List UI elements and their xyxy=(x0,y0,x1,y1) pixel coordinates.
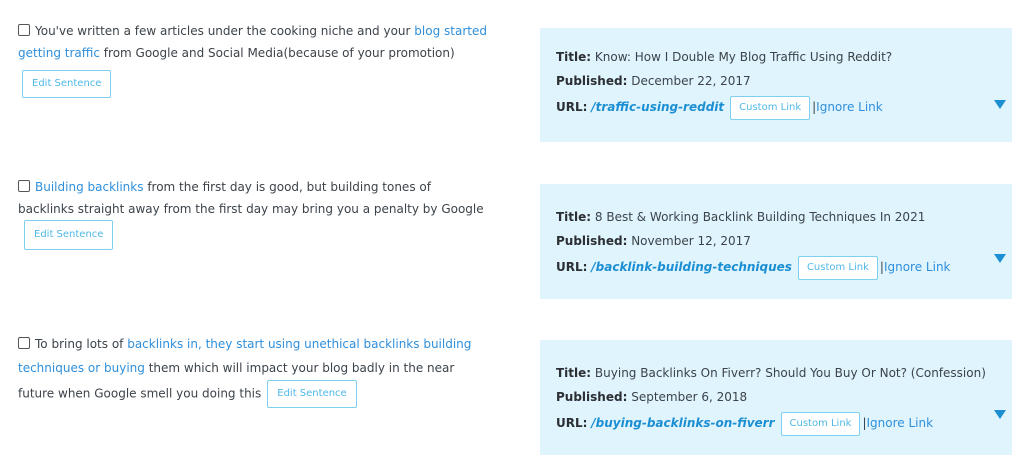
expand-caret-icon[interactable] xyxy=(994,254,1006,263)
post-title: Know: How I Double My Blog Traffic Using… xyxy=(594,50,893,64)
sentence-block: You've written a few articles under the … xyxy=(18,20,488,98)
sentence-text: To bring lots of xyxy=(35,337,128,351)
anchor-text-link[interactable]: Building backlinks xyxy=(35,180,144,194)
edit-sentence-button[interactable]: Edit Sentence xyxy=(22,70,112,98)
link-suggestion-card: Title: Know: How I Double My Blog Traffi… xyxy=(540,28,1012,142)
edit-sentence-button[interactable]: Edit Sentence xyxy=(24,220,114,250)
title-label: Title: xyxy=(556,366,592,380)
ignore-link-button[interactable]: Ignore Link xyxy=(884,260,951,274)
custom-link-button[interactable]: Custom Link xyxy=(797,255,878,280)
ignore-link-button[interactable]: Ignore Link xyxy=(867,416,934,430)
link-suggestion-card: Title: 8 Best & Working Backlink Buildin… xyxy=(540,184,1012,299)
published-date: November 12, 2017 xyxy=(631,234,751,248)
title-label: Title: xyxy=(556,50,592,64)
expand-caret-icon[interactable] xyxy=(994,100,1006,109)
published-date: September 6, 2018 xyxy=(631,390,748,404)
title-label: Title: xyxy=(556,210,592,224)
post-url-link[interactable]: /traffic-using-reddit xyxy=(591,100,724,114)
published-label: Published: xyxy=(556,74,628,88)
url-label: URL: xyxy=(556,100,588,114)
sentence-checkbox[interactable] xyxy=(18,337,30,349)
expand-caret-icon[interactable] xyxy=(994,410,1006,419)
custom-link-button[interactable]: Custom Link xyxy=(780,411,861,436)
sentence-checkbox[interactable] xyxy=(18,180,30,192)
sentence-text: You've written a few articles under the … xyxy=(35,24,415,38)
url-label: URL: xyxy=(556,260,588,274)
custom-link-button[interactable]: Custom Link xyxy=(730,95,811,120)
published-label: Published: xyxy=(556,234,628,248)
sentence-block: Building backlinks from the first day is… xyxy=(18,176,488,250)
url-label: URL: xyxy=(556,416,588,430)
sentence-block: To bring lots of backlinks in, they star… xyxy=(18,332,488,408)
sentence-text: from Google and Social Media(because of … xyxy=(99,46,455,60)
post-title: Buying Backlinks On Fiverr? Should You B… xyxy=(594,366,986,380)
sentence-checkbox[interactable] xyxy=(18,24,30,36)
published-date: December 22, 2017 xyxy=(631,74,751,88)
edit-sentence-button[interactable]: Edit Sentence xyxy=(267,380,357,408)
published-label: Published: xyxy=(556,390,628,404)
post-title: 8 Best & Working Backlink Building Techn… xyxy=(594,210,926,224)
link-suggestion-card: Title: Buying Backlinks On Fiverr? Shoul… xyxy=(540,340,1012,455)
post-url-link[interactable]: /backlink-building-techniques xyxy=(591,260,792,274)
post-url-link[interactable]: /buying-backlinks-on-fiverr xyxy=(591,416,774,430)
ignore-link-button[interactable]: Ignore Link xyxy=(816,100,883,114)
